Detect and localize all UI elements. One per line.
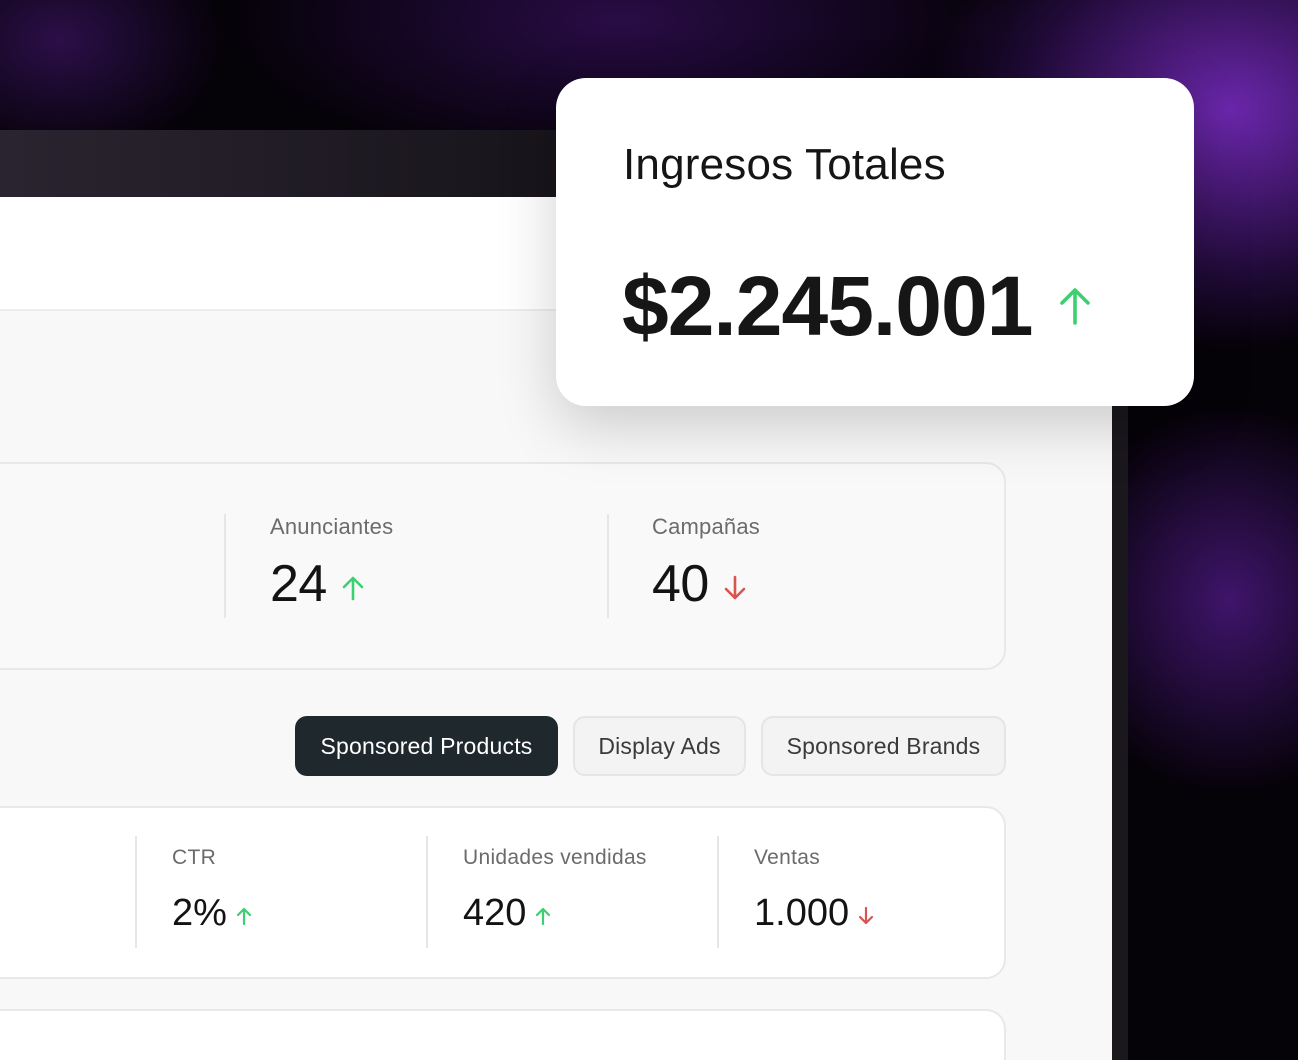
- units-sold-value: 420: [463, 892, 527, 934]
- ctr-label: CTR: [172, 846, 217, 869]
- metrics-divider: [135, 836, 137, 948]
- sales-metric: Ventas 1.000: [754, 846, 875, 932]
- ad-metrics-card: CTR 2% Unidades vendidas 420 Ventas 1.00…: [0, 806, 1006, 979]
- metrics-divider: [717, 836, 719, 948]
- total-revenue-title: Ingresos Totales: [623, 140, 946, 189]
- summary-divider: [607, 514, 609, 618]
- bottom-card: [0, 1009, 1006, 1060]
- ctr-metric: CTR 2%: [172, 846, 253, 932]
- arrow-up-icon: [534, 906, 552, 931]
- tab-display-ads[interactable]: Display Ads: [573, 716, 746, 776]
- arrow-down-icon: [723, 575, 747, 606]
- advertisers-value: 24: [270, 555, 327, 613]
- arrow-down-icon: [857, 906, 875, 931]
- units-sold-metric: Unidades vendidas 420: [463, 846, 647, 932]
- campaigns-metric: Campañas 40: [652, 514, 760, 610]
- arrow-up-icon: [235, 906, 253, 931]
- total-revenue-value: $2.245.001: [622, 259, 1033, 353]
- advertisers-label: Anunciantes: [270, 514, 394, 539]
- units-sold-label: Unidades vendidas: [463, 846, 647, 869]
- sales-label: Ventas: [754, 846, 821, 869]
- sales-value: 1.000: [754, 892, 850, 934]
- advertisers-metric: Anunciantes 24: [270, 514, 393, 610]
- campaigns-value: 40: [652, 555, 709, 613]
- total-revenue-card: Ingresos Totales $2.245.001: [556, 78, 1194, 406]
- metrics-divider: [426, 836, 428, 948]
- summary-divider: [224, 514, 226, 618]
- arrow-up-icon: [1058, 286, 1092, 331]
- ctr-value: 2%: [172, 892, 227, 934]
- tab-sponsored-brands[interactable]: Sponsored Brands: [761, 716, 1006, 776]
- campaigns-label: Campañas: [652, 514, 760, 539]
- tab-sponsored-products[interactable]: Sponsored Products: [295, 716, 558, 776]
- arrow-up-icon: [341, 575, 365, 606]
- summary-card: Anunciantes 24 Campañas 40: [0, 462, 1006, 670]
